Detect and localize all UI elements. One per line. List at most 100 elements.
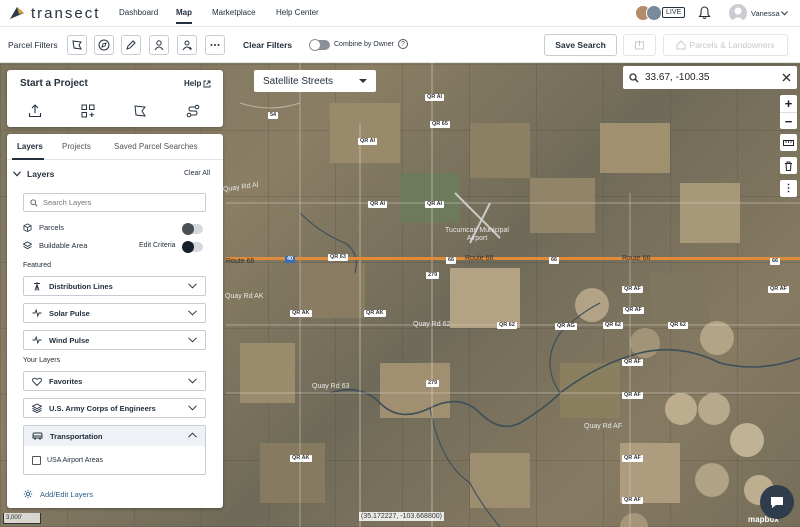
- bell-icon[interactable]: [698, 6, 711, 20]
- pencil-icon: [126, 40, 136, 50]
- featured-section-label: Featured: [23, 262, 52, 269]
- add-edit-layers-button[interactable]: Add/Edit Layers: [23, 489, 93, 499]
- zoom-controls: + −: [780, 95, 797, 129]
- clear-all-button[interactable]: Clear All: [184, 170, 210, 177]
- user-name[interactable]: Vanessa: [751, 9, 780, 18]
- delete-drawing-button[interactable]: [780, 157, 797, 174]
- cube-icon: [23, 223, 32, 232]
- parcel-filters-label: Parcel Filters: [8, 40, 58, 50]
- layers-section-header[interactable]: Layers: [13, 169, 54, 179]
- nav-marketplace[interactable]: Marketplace: [212, 8, 256, 17]
- clear-filters-button[interactable]: Clear Filters: [243, 40, 292, 50]
- tab-projects[interactable]: Projects: [62, 142, 91, 151]
- owner-type-filter-button[interactable]: [177, 35, 197, 55]
- cursor-coordinates: (35.172227, -103.668800): [359, 512, 444, 521]
- measure-button[interactable]: [780, 134, 797, 151]
- road-label: Route 66: [465, 255, 494, 262]
- nav-map[interactable]: Map: [176, 8, 192, 17]
- layers-panel: Layers Projects Saved Parcel Searches La…: [7, 134, 223, 508]
- accordion-label: Distribution Lines: [49, 281, 113, 291]
- road-label: QR 62: [603, 322, 623, 329]
- street-label: Quay Rd AF: [584, 423, 623, 430]
- transect-logo[interactable]: transect: [8, 3, 100, 23]
- more-filters-button[interactable]: [205, 35, 225, 55]
- buildable-area-layer-row: Buildable Area: [23, 241, 87, 250]
- road-label: 279: [426, 380, 440, 387]
- draw-project-area-button[interactable]: [132, 103, 148, 119]
- buildable-area-toggle[interactable]: [182, 241, 203, 253]
- usa-airport-areas-label: USA Airport Areas: [47, 457, 104, 464]
- save-search-button[interactable]: Save Search: [544, 34, 617, 56]
- road-label: QR AI: [425, 201, 445, 208]
- layers-stack-icon: [32, 403, 42, 413]
- close-icon[interactable]: [782, 73, 791, 82]
- project-help-link[interactable]: Help: [184, 79, 211, 88]
- road-label: QR 63: [328, 254, 348, 261]
- upload-project-button[interactable]: [27, 103, 43, 119]
- zoom-out-button[interactable]: −: [780, 112, 797, 129]
- accordion-distribution-lines[interactable]: Distribution Lines: [23, 276, 206, 296]
- export-button[interactable]: [623, 34, 656, 56]
- collaborator-avatars[interactable]: [635, 5, 663, 21]
- chevron-down-icon: [188, 337, 197, 343]
- usa-airport-areas-row[interactable]: USA Airport Areas: [32, 456, 103, 465]
- nav-help-center[interactable]: Help Center: [276, 8, 319, 17]
- route-project-button[interactable]: [185, 103, 201, 119]
- accordion-wind-pulse[interactable]: Wind Pulse: [23, 330, 206, 350]
- accordion-transportation-header[interactable]: Transportation: [24, 426, 205, 446]
- user-avatar[interactable]: [729, 4, 747, 22]
- search-icon: [30, 198, 38, 207]
- map-search-input[interactable]: [645, 72, 775, 83]
- accordion-label: Wind Pulse: [49, 335, 90, 345]
- add-sites-button[interactable]: [80, 103, 96, 119]
- road-label: QR AI: [425, 94, 445, 101]
- chevron-down-icon: [188, 310, 197, 316]
- compass-filter-button[interactable]: [94, 35, 114, 55]
- combine-by-owner-toggle[interactable]: [309, 39, 330, 51]
- gear-icon: [23, 489, 33, 499]
- help-icon[interactable]: ?: [398, 39, 408, 49]
- street-label: Quay Rd AK: [225, 293, 264, 300]
- live-badge[interactable]: LIVE: [662, 7, 686, 18]
- owner-filter-button[interactable]: [149, 35, 169, 55]
- chevron-down-icon[interactable]: [781, 11, 788, 16]
- road-label: QR AI: [358, 138, 378, 145]
- your-layers-section-label: Your Layers: [23, 357, 61, 364]
- map-more-options-button[interactable]: ⋮: [780, 180, 797, 197]
- road-label: QR AF: [622, 497, 643, 504]
- parcels-toggle[interactable]: [182, 223, 203, 235]
- road-label: QR AK: [290, 455, 312, 462]
- accordion-army-corps[interactable]: U.S. Army Corps of Engineers: [23, 398, 206, 418]
- map-scale: 3,000': [3, 513, 41, 524]
- chevron-down-icon: [188, 283, 197, 289]
- logo-text: transect: [31, 4, 101, 22]
- add-edit-layers-label: Add/Edit Layers: [40, 489, 93, 499]
- accordion-favorites[interactable]: Favorites: [23, 371, 206, 391]
- people-icon: [182, 40, 192, 51]
- search-layers-input[interactable]: [43, 198, 193, 207]
- road-label: 54: [268, 112, 279, 119]
- road-label: QR 62: [668, 322, 688, 329]
- bus-icon: [32, 432, 43, 440]
- zoom-in-button[interactable]: +: [780, 95, 797, 112]
- draw-polygon-filter-button[interactable]: [67, 35, 87, 55]
- accordion-solar-pulse[interactable]: Solar Pulse: [23, 303, 206, 323]
- parcels-landowners-button[interactable]: Parcels & Landowners: [663, 34, 788, 56]
- basemap-select[interactable]: Satellite Streets: [254, 70, 376, 92]
- tab-saved-parcel-searches[interactable]: Saved Parcel Searches: [114, 142, 198, 151]
- nav-dashboard[interactable]: Dashboard: [119, 8, 158, 17]
- map-search-box[interactable]: [623, 66, 797, 89]
- route-66-road: [226, 257, 800, 260]
- tab-layers[interactable]: Layers: [17, 142, 43, 151]
- basemap-select-value: Satellite Streets: [263, 75, 334, 87]
- road-label: 66: [549, 257, 560, 264]
- toggle-knob: [182, 241, 194, 253]
- edit-filter-button[interactable]: [121, 35, 141, 55]
- search-layers-box[interactable]: [23, 193, 206, 212]
- usa-airport-areas-checkbox[interactable]: [32, 456, 41, 465]
- avatar: [646, 5, 662, 21]
- edit-criteria-link[interactable]: Edit Criteria: [139, 242, 176, 249]
- parcels-layer-row: Parcels: [23, 223, 64, 232]
- more-vertical-icon: ⋮: [783, 182, 794, 194]
- chat-button[interactable]: [760, 485, 794, 519]
